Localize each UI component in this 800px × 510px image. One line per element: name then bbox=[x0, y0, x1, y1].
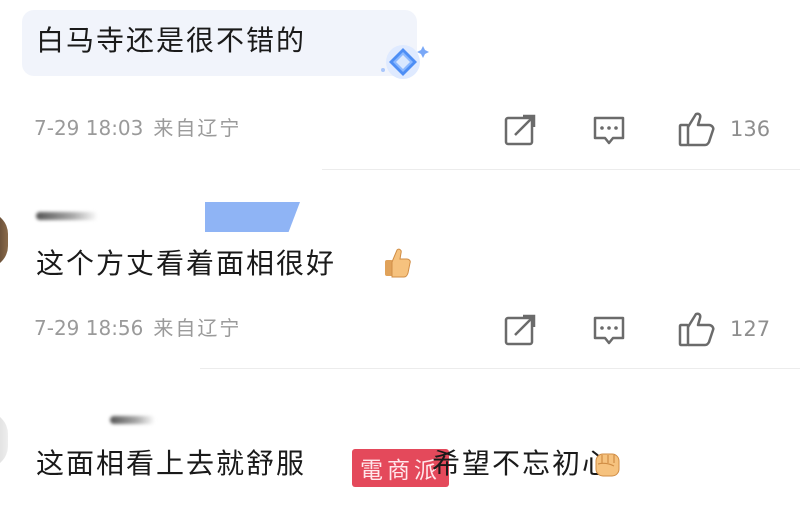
fist-emoji bbox=[595, 453, 620, 477]
comment-meta: 7-29 18:56 来自辽宁 bbox=[34, 318, 241, 338]
share-icon[interactable] bbox=[503, 113, 537, 147]
share-icon[interactable] bbox=[503, 313, 537, 347]
divider bbox=[200, 368, 800, 369]
avatar[interactable] bbox=[0, 212, 8, 268]
like-count: 136 bbox=[730, 117, 771, 141]
reply-icon[interactable] bbox=[592, 314, 626, 348]
avatar[interactable] bbox=[0, 412, 8, 468]
comment-location: 来自辽宁 bbox=[153, 316, 242, 340]
comment-location: 来自辽宁 bbox=[153, 116, 242, 140]
divider bbox=[322, 169, 800, 170]
thumbs-up-emoji bbox=[385, 248, 411, 278]
comment-text: 这个方丈看着面相很好 bbox=[36, 247, 337, 280]
thumbs-up-icon[interactable] bbox=[677, 310, 717, 348]
diamond-badge-icon bbox=[381, 45, 429, 79]
comment-date: 7-29 18:56 bbox=[34, 316, 144, 340]
username bbox=[110, 416, 155, 424]
like-count: 127 bbox=[730, 317, 771, 341]
username bbox=[36, 212, 98, 220]
comment-text-continued: 希望不忘初心 bbox=[432, 447, 613, 480]
comment-text: 白马寺还是很不错的 bbox=[36, 24, 307, 57]
user-badge bbox=[205, 202, 300, 232]
reply-icon[interactable] bbox=[592, 114, 626, 148]
comment-text: 这面相看上去就舒服 bbox=[36, 447, 307, 480]
thumbs-up-icon[interactable] bbox=[677, 110, 717, 148]
comment-date: 7-29 18:03 bbox=[34, 116, 144, 140]
comment-meta: 7-29 18:03 来自辽宁 bbox=[34, 118, 241, 138]
